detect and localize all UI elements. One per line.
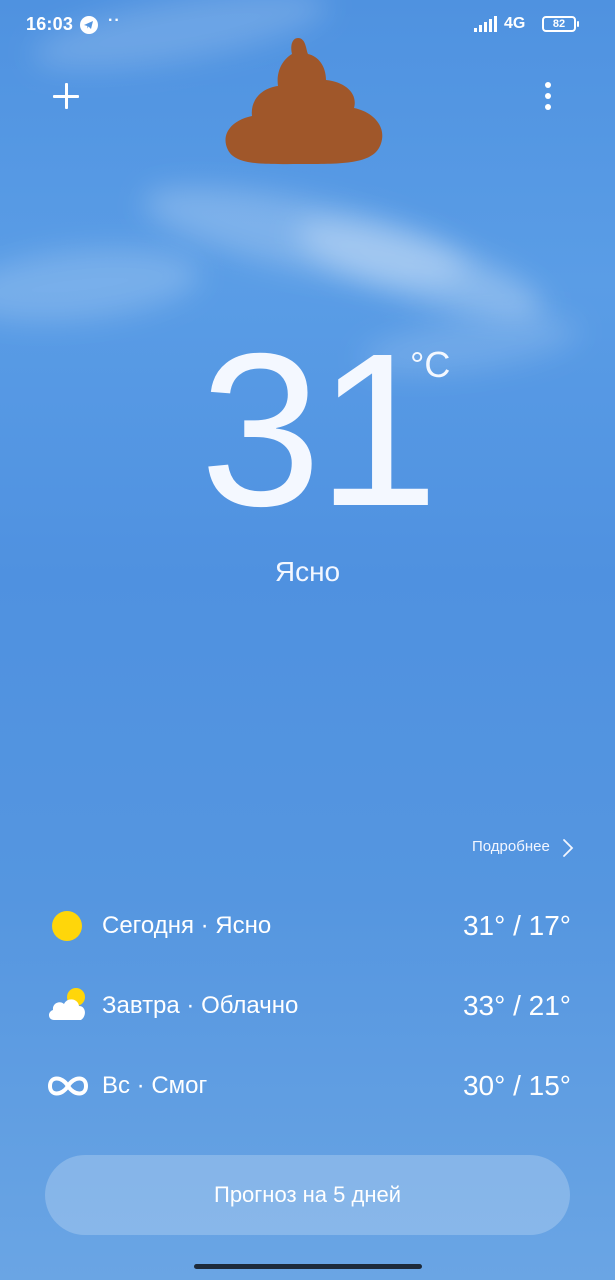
forecast-temps: 31° / 17° (462, 910, 571, 941)
five-day-forecast-label: Прогноз на 5 дней (214, 1182, 401, 1207)
forecast-temps: 33° / 21° (462, 990, 571, 1021)
network-type: 4G (504, 15, 526, 32)
forecast-row-sunday[interactable]: Вс · Смог 30° / 15° (0, 1066, 615, 1106)
forecast-label: Завтра · Облачно (102, 992, 299, 1019)
sun-icon (52, 911, 82, 941)
temperature-unit: °C (410, 344, 451, 385)
home-indicator[interactable] (194, 1264, 422, 1269)
signal-icon (474, 16, 497, 32)
current-temperature: 31 (200, 309, 438, 552)
forecast-label: Вс · Смог (102, 1072, 208, 1099)
weather-screen: 16:03 ·· 4G 82 х 31 °C Ясно Подробнее (0, 0, 615, 1280)
telegram-icon (80, 16, 98, 34)
battery-level: 82 (552, 18, 566, 30)
forecast-temps: 30° / 15° (462, 1070, 571, 1101)
current-condition: Ясно (274, 556, 341, 587)
forecast-row-tomorrow[interactable]: Завтра · Облачно 33° / 21° (0, 986, 615, 1026)
add-city-button[interactable] (52, 82, 80, 110)
cloud-decoration (0, 237, 204, 333)
five-day-forecast-button[interactable]: Прогноз на 5 дней (45, 1155, 570, 1235)
details-link[interactable]: Подробнее (472, 838, 550, 855)
status-time: 16:03 (26, 14, 74, 34)
smog-icon (47, 1076, 89, 1096)
forecast-label: Сегодня · Ясно (102, 912, 272, 939)
redaction-mark (225, 38, 383, 165)
battery-icon: 82 (542, 16, 579, 32)
chevron-right-icon[interactable] (562, 838, 574, 858)
forecast-row-today[interactable]: Сегодня · Ясно 31° / 17° (0, 906, 615, 946)
more-options-button[interactable] (540, 82, 556, 112)
partly-cloudy-icon (48, 988, 85, 1020)
notification-dots: ·· (108, 12, 121, 29)
